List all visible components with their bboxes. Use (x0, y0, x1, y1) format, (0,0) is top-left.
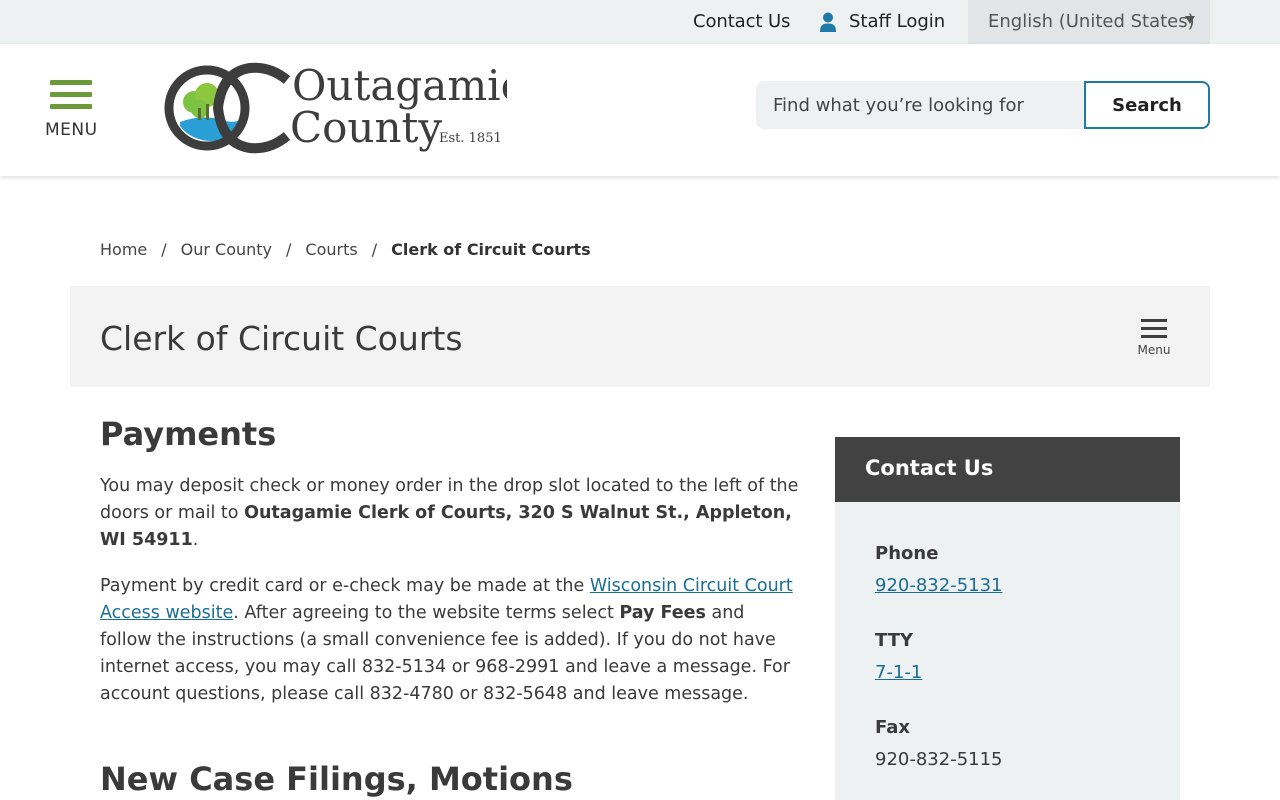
phone-link[interactable]: 920-832-5131 (875, 575, 1003, 596)
breadcrumb-our-county[interactable]: Our County (181, 240, 272, 259)
section-menu-label: Menu (1137, 343, 1171, 357)
logo-text-line2: County (290, 103, 442, 152)
contact-sidebar-header: Contact Us (835, 437, 1180, 502)
breadcrumb-home[interactable]: Home (100, 240, 147, 259)
breadcrumb: Home / Our County / Courts / Clerk of Ci… (100, 240, 591, 259)
caret-down-icon (1185, 16, 1195, 24)
breadcrumb-current: Clerk of Circuit Courts (391, 240, 591, 259)
utility-contact-link[interactable]: Contact Us (693, 11, 790, 32)
menu-label: MENU (45, 120, 98, 140)
breadcrumb-separator: / (161, 240, 167, 259)
site-header: MENU Outagamie County Est. 1851 Search (0, 44, 1280, 176)
new-case-filings-heading: New Case Filings, Motions (100, 760, 573, 798)
logo-est: Est. 1851 (439, 131, 502, 146)
search-button[interactable]: Search (1084, 81, 1210, 129)
page-title-band: Clerk of Circuit Courts Menu (70, 286, 1210, 387)
page-title: Clerk of Circuit Courts (100, 319, 463, 358)
contact-sidebar-body: Phone 920-832-5131 TTY 7-1-1 Fax 920-832… (835, 502, 1180, 800)
pay-fees-text: Pay Fees (619, 603, 706, 623)
main-content: Payments You may deposit check or money … (100, 415, 800, 727)
main-menu-button[interactable]: MENU (44, 80, 100, 140)
staff-login-label: Staff Login (849, 11, 946, 32)
staff-login-link[interactable]: Staff Login (819, 11, 945, 32)
tty-label: TTY (875, 630, 914, 651)
breadcrumb-courts[interactable]: Courts (305, 240, 357, 259)
fax-label: Fax (875, 717, 910, 738)
tty-link[interactable]: 7-1-1 (875, 662, 922, 683)
breadcrumb-separator: / (286, 240, 292, 259)
county-logo[interactable]: Outagamie County Est. 1851 (162, 61, 525, 161)
payments-heading: Payments (100, 415, 277, 453)
hamburger-icon (1134, 319, 1174, 338)
fax-value: 920-832-5115 (875, 749, 1003, 770)
phone-label: Phone (875, 543, 939, 564)
logo-graphic: Outagamie County Est. 1851 (164, 61, 525, 154)
utility-bar: Contact Us Staff Login English (United S… (0, 0, 1280, 44)
user-icon (820, 12, 836, 32)
payments-paragraph-2: Payment by credit card or e-check may be… (100, 576, 793, 704)
contact-sidebar-title: Contact Us (865, 456, 994, 480)
language-select[interactable]: English (United States) (968, 0, 1210, 44)
language-label: English (United States) (988, 11, 1195, 32)
hamburger-icon (50, 80, 92, 116)
payments-paragraph-1: You may deposit check or money order in … (100, 476, 799, 550)
search-input[interactable] (756, 81, 1086, 129)
breadcrumb-separator: / (371, 240, 378, 259)
section-menu-button[interactable]: Menu (1134, 319, 1174, 361)
